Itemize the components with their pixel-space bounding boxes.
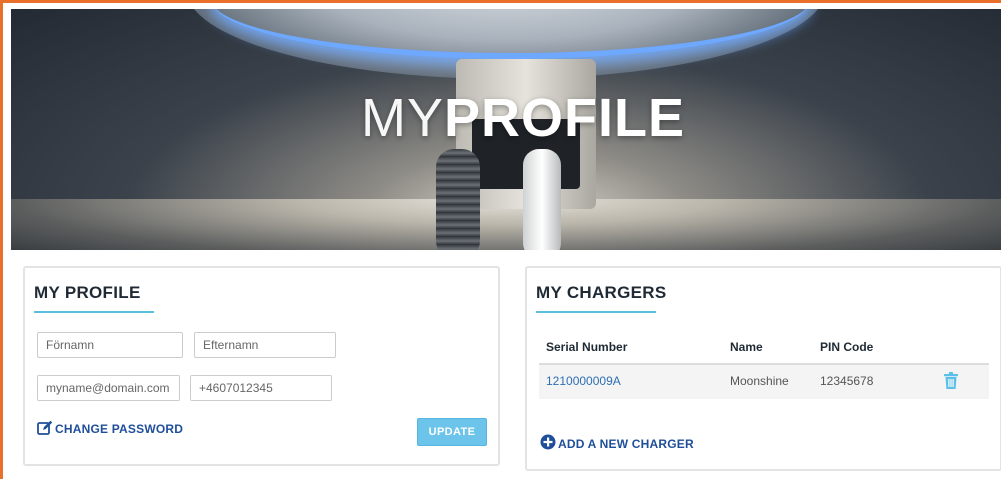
charger-cable-left — [436, 149, 480, 250]
column-header-name: Name — [730, 340, 763, 354]
profile-card-title: MY PROFILE — [34, 283, 141, 302]
page-frame: MYPROFILE MY PROFILE CHANGE PASSWORD UPD… — [0, 0, 1001, 479]
plus-circle-icon — [540, 434, 556, 453]
add-charger-label: ADD A NEW CHARGER — [558, 436, 694, 451]
profile-title-underline — [34, 311, 154, 313]
first-name-input[interactable] — [37, 332, 183, 358]
hero-title: MYPROFILE — [361, 87, 691, 149]
chargers-title-underline — [536, 311, 656, 313]
update-button[interactable]: UPDATE — [417, 418, 487, 446]
last-name-input[interactable] — [194, 332, 336, 358]
chargers-card: MY CHARGERS Serial Number Name PIN Code … — [525, 266, 1001, 471]
trash-icon[interactable] — [943, 372, 959, 390]
hero-banner: MYPROFILE — [11, 9, 1001, 250]
charger-cable-right — [523, 149, 561, 250]
edit-icon — [37, 420, 53, 438]
table-row: 1210000009A Moonshine 12345678 — [539, 365, 989, 399]
change-password-link[interactable]: CHANGE PASSWORD — [37, 420, 183, 438]
hero-title-light: MY — [361, 88, 444, 148]
chargers-card-title: MY CHARGERS — [536, 283, 667, 302]
hero-title-bold: PROFILE — [444, 88, 686, 148]
add-charger-link[interactable]: ADD A NEW CHARGER — [540, 434, 694, 453]
charger-serial-link[interactable]: 1210000009A — [546, 374, 621, 388]
change-password-label: CHANGE PASSWORD — [55, 422, 184, 436]
phone-input[interactable] — [190, 375, 332, 401]
email-input[interactable] — [37, 375, 180, 401]
column-header-serial: Serial Number — [546, 340, 628, 354]
profile-card: MY PROFILE CHANGE PASSWORD UPDATE — [23, 266, 500, 466]
charger-name: Moonshine — [730, 374, 789, 388]
charger-pin: 12345678 — [820, 374, 874, 388]
column-header-pin: PIN Code — [820, 340, 874, 354]
